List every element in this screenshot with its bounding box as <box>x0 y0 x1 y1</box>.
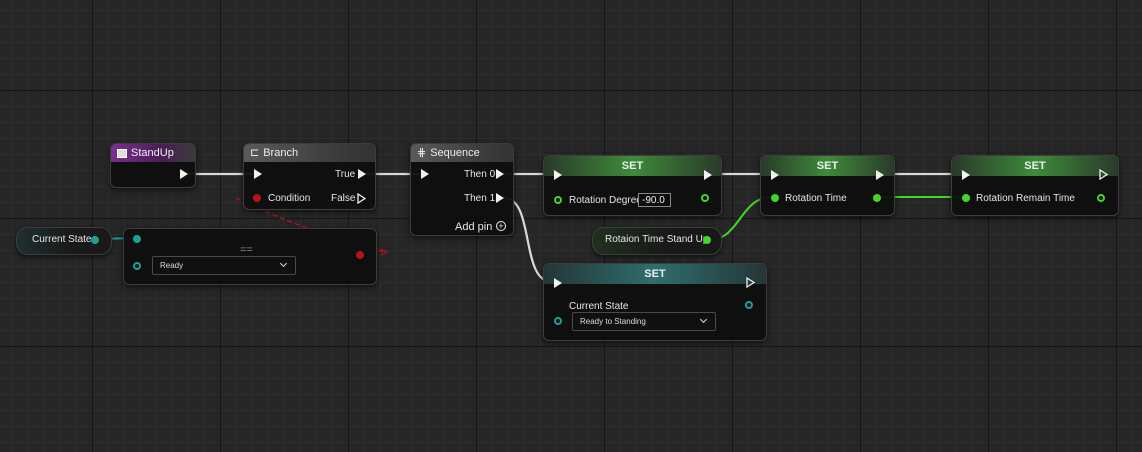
branch-condition-label: Condition <box>268 193 311 204</box>
set-rotation-remain-exec-in-pin[interactable] <box>962 170 970 180</box>
set-rotation-time-header: SET <box>761 156 894 176</box>
rotation-degree-value-field[interactable]: -90.0 <box>638 193 671 207</box>
set-current-state-input-pin[interactable] <box>554 317 562 325</box>
branch-condition-pin[interactable] <box>253 194 261 202</box>
set-rotation-remain-input-pin[interactable] <box>962 194 970 202</box>
branch-true-pin[interactable] <box>358 169 366 179</box>
branch-node[interactable]: ⊏ Branch True Condition False <box>243 143 376 210</box>
set-rotation-time-exec-in-pin[interactable] <box>771 170 779 180</box>
equals-input-b-pin[interactable] <box>133 262 141 270</box>
sequence-header: ⋕ Sequence <box>411 144 513 162</box>
set-rotation-degree-input-pin[interactable] <box>554 196 562 204</box>
sequence-then1-label: Then 1 <box>464 193 496 204</box>
standup-event-node[interactable]: StandUp <box>110 143 196 188</box>
set-rotation-time-node[interactable]: SET Rotation Time <box>760 155 895 216</box>
bool-wire-condition-tip <box>379 248 389 256</box>
set-rotation-remain-header: SET <box>952 156 1118 176</box>
equals-enum-dropdown[interactable]: Ready <box>152 256 296 275</box>
chevron-down-icon <box>279 259 288 268</box>
set-rotation-degree-label: Rotation Degree <box>569 195 642 206</box>
current-state-getter[interactable]: Current State <box>16 227 112 255</box>
standup-exec-out-pin[interactable] <box>180 169 188 179</box>
event-icon <box>117 148 127 158</box>
branch-false-label: False <box>331 193 356 204</box>
current-state-getter-label: Current State <box>32 234 92 245</box>
set-current-state-exec-out-pin[interactable] <box>746 277 755 288</box>
rotation-time-standup-getter-label: Rotaion Time Stand Up <box>605 234 709 245</box>
branch-header: ⊏ Branch <box>244 144 375 162</box>
sequence-then0-pin[interactable] <box>496 169 504 179</box>
sequence-title: Sequence <box>430 147 480 159</box>
rotation-time-standup-getter[interactable]: Rotaion Time Stand Up <box>592 227 722 255</box>
equals-node[interactable]: == Ready <box>123 228 377 285</box>
branch-icon: ⊏ <box>250 147 260 160</box>
set-rotation-degree-node[interactable]: SET Rotation Degree -90.0 <box>543 155 722 216</box>
set-rotation-remain-label: Rotation Remain Time <box>976 193 1075 204</box>
equals-input-a-pin[interactable] <box>133 235 141 243</box>
set-rotation-time-label: Rotation Time <box>785 193 847 204</box>
set-current-state-header: SET <box>544 264 766 284</box>
set-rotation-remain-node[interactable]: SET Rotation Remain Time <box>951 155 1119 216</box>
set-rotation-time-input-pin[interactable] <box>771 194 779 202</box>
set-current-state-label: Current State <box>569 301 629 312</box>
set-rotation-remain-output-pin[interactable] <box>1097 194 1105 202</box>
sequence-then1-pin[interactable] <box>496 193 504 203</box>
set-rotation-remain-exec-out-pin[interactable] <box>1099 169 1108 180</box>
set-rotation-degree-exec-in-pin[interactable] <box>554 170 562 180</box>
set-rotation-time-exec-out-pin[interactable] <box>876 170 884 180</box>
sequence-add-pin-button[interactable]: Add pin <box>455 221 492 233</box>
equals-result-pin[interactable] <box>356 251 364 259</box>
standup-event-header: StandUp <box>111 144 195 162</box>
set-rotation-degree-output-pin[interactable] <box>701 194 709 202</box>
branch-true-label: True <box>335 169 356 180</box>
sequence-icon: ⋕ <box>417 147 427 160</box>
set-rotation-degree-header: SET <box>544 156 721 176</box>
chevron-down-icon <box>699 315 708 324</box>
branch-false-pin[interactable] <box>357 193 366 204</box>
wire-layer <box>95 172 963 284</box>
rotation-time-standup-getter-pin[interactable] <box>703 236 711 244</box>
current-state-getter-pin[interactable] <box>91 236 99 244</box>
set-rotation-time-output-pin[interactable] <box>873 194 881 202</box>
equals-dropdown-value: Ready <box>160 261 184 270</box>
sequence-exec-in-pin[interactable] <box>421 169 429 179</box>
current-state-enum-dropdown[interactable]: Ready to Standing <box>572 312 716 331</box>
set-current-state-node[interactable]: SET Current State Ready to Standing <box>543 263 767 341</box>
standup-event-title: StandUp <box>131 147 174 159</box>
set-rotation-degree-exec-out-pin[interactable] <box>704 170 712 180</box>
add-pin-icon[interactable]: + <box>496 221 506 231</box>
branch-exec-in-pin[interactable] <box>254 169 262 179</box>
sequence-node[interactable]: ⋕ Sequence Then 0 Then 1 Add pin + <box>410 143 514 236</box>
set-current-state-output-pin[interactable] <box>745 301 753 309</box>
sequence-then0-label: Then 0 <box>464 169 496 180</box>
set-current-state-exec-in-pin[interactable] <box>554 278 562 288</box>
current-state-dropdown-value: Ready to Standing <box>580 317 646 326</box>
branch-title: Branch <box>263 147 299 159</box>
equals-title: == <box>240 244 253 256</box>
